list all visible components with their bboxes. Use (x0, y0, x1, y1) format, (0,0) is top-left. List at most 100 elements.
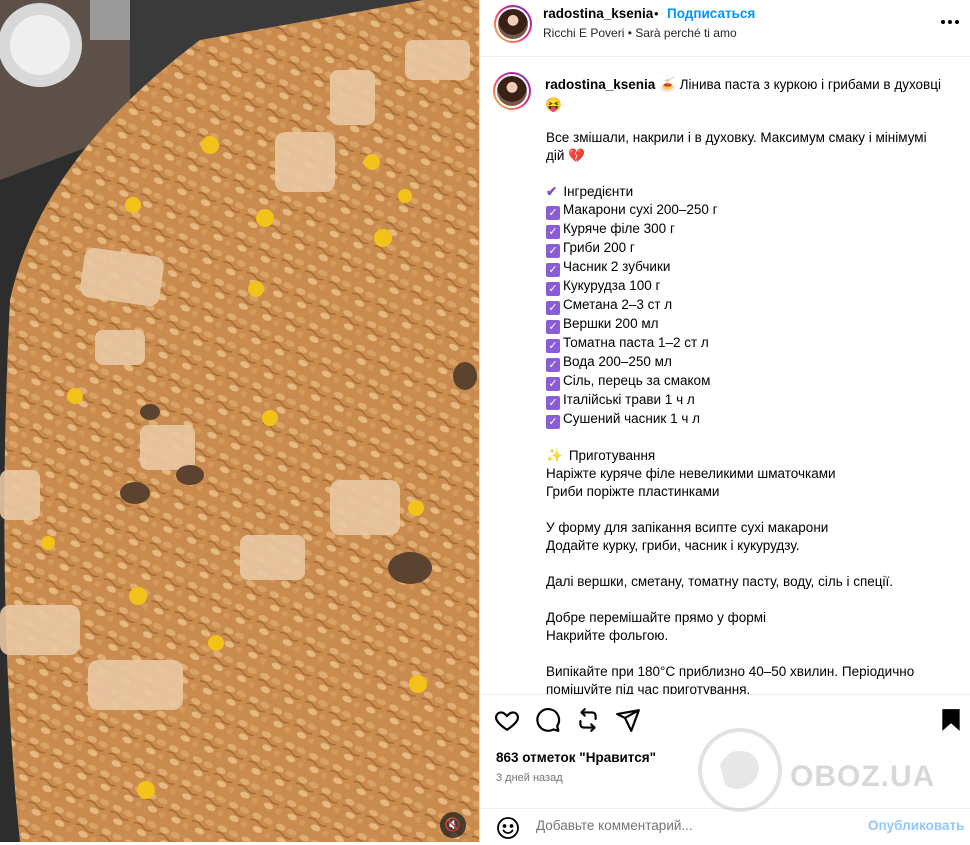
caption-line-text: Кукурудза 100 г (563, 278, 661, 293)
caption-line-text: Сушений часник 1 ч л (563, 411, 700, 426)
caption-line-text: Добре перемішайте прямо у формі (546, 610, 767, 625)
publish-button[interactable]: Опубликовать (868, 818, 964, 833)
caption-username[interactable]: radostina_ksenia (545, 77, 655, 92)
caption-avatar[interactable] (493, 72, 531, 110)
caption-line: ✓ Сметана 2–3 ст л (546, 296, 951, 315)
caption-line: Випікайте при 180°C приблизно 40–50 хвил… (546, 663, 951, 681)
caption-line-text: Випікайте при 180°C приблизно 40–50 хвил… (546, 664, 915, 679)
caption-line-text: Гриби 200 г (563, 240, 635, 255)
caption-line (546, 645, 951, 663)
caption-body: Все змішали, накрили і в духовку. Максим… (546, 129, 951, 694)
caption-line-text: помішуйте під час приготування. (546, 682, 751, 694)
music-artist[interactable]: Ricchi E Poveri (543, 26, 624, 40)
caption-line: ✨ Приготування (546, 447, 951, 465)
caption-line: Все змішали, накрили і в духовку. Максим… (546, 129, 951, 147)
sparkles-icon: ✨ (546, 448, 563, 463)
post-media[interactable]: 🔇 (0, 0, 479, 842)
caption-line-text: Томатна паста 1–2 ст л (563, 335, 709, 350)
checkbox-icon: ✓ (546, 263, 560, 277)
checkbox-icon: ✓ (546, 225, 560, 239)
action-bar: 863 отметок "Нравится" 3 дней назад Опуб… (480, 694, 970, 842)
caption-line-text: Сметана 2–3 ст л (563, 297, 673, 312)
music-info[interactable]: Ricchi E Poveri • Sarà perché ti amo (543, 26, 737, 40)
bookmark-icon[interactable] (940, 707, 968, 735)
checkbox-icon: ✓ (546, 282, 560, 296)
caption-line: ✓ Куряче філе 300 г (546, 220, 951, 239)
caption-line: ✓ Кукурудза 100 г (546, 277, 951, 296)
caption-line: Гриби поріжте пластинками (546, 483, 951, 501)
post-details-panel: radostina_ksenia • Подписаться Ricchi E … (479, 0, 970, 842)
comment-bar: Опубликовать (480, 808, 970, 843)
caption-line: ✓ Вершки 200 мл (546, 315, 951, 334)
checkbox-icon: ✓ (546, 358, 560, 372)
caption-line: дій 💔 (546, 147, 951, 165)
caption-line-text: Наріжте куряче філе невеликими шматочкам… (546, 466, 836, 481)
caption-line-text: Гриби поріжте пластинками (546, 484, 720, 499)
caption-line-text: У форму для запікання всипте сухі макаро… (546, 520, 829, 535)
caption-line (546, 165, 951, 183)
caption-line: ✓ Гриби 200 г (546, 239, 951, 258)
caption-line: Далі вершки, сметану, томатну пасту, вод… (546, 573, 951, 591)
pasta-video-frame (0, 0, 479, 842)
author-avatar[interactable] (494, 5, 532, 43)
caption-line-text: Інгредієнти (563, 184, 634, 199)
caption-line-text: Вершки 200 мл (563, 316, 659, 331)
post-time[interactable]: 3 дней назад (496, 772, 563, 784)
emoji-icon[interactable] (496, 816, 520, 845)
caption-line: ✓ Вода 200–250 мл (546, 353, 951, 372)
caption-line-text: Вода 200–250 мл (563, 354, 672, 369)
music-track[interactable]: Sarà perché ti amo (635, 26, 736, 40)
author-username[interactable]: radostina_ksenia (543, 6, 653, 21)
heart-icon[interactable] (494, 707, 522, 735)
caption-line: Добре перемішайте прямо у формі (546, 609, 951, 627)
caption-line: ✓ Часник 2 зубчики (546, 258, 951, 277)
caption-line (546, 591, 951, 609)
caption-line-text: Приготування (568, 448, 656, 463)
caption-line-text: Сіль, перець за смаком (563, 373, 711, 388)
caption-line: ✓ Томатна паста 1–2 ст л (546, 334, 951, 353)
checkbox-icon: ✓ (546, 415, 560, 429)
checkbox-icon: ✓ (546, 339, 560, 353)
more-horizontal-icon[interactable] (940, 12, 960, 37)
post-header: radostina_ksenia • Подписаться Ricchi E … (480, 0, 970, 57)
likes-count[interactable]: 863 отметок "Нравится" (496, 750, 656, 765)
caption-header: radostina_ksenia 🍝 Лінива паста з куркою… (545, 75, 945, 115)
caption-line: ✓ Сушений часник 1 ч л (546, 410, 951, 429)
share-icon[interactable] (615, 707, 643, 735)
caption-line: ✓ Макарони сухі 200–250 г (546, 201, 951, 220)
caption-line (546, 429, 951, 447)
comment-icon[interactable] (535, 707, 563, 735)
caption-line: ✓ Сіль, перець за смаком (546, 372, 951, 391)
follow-button[interactable]: Подписаться (667, 6, 755, 21)
caption-line (546, 501, 951, 519)
separator-dot: • (654, 6, 659, 21)
caption-line: У форму для запікання всипте сухі макаро… (546, 519, 951, 537)
checkbox-icon: ✓ (546, 301, 560, 315)
caption-line-text: Часник 2 зубчики (563, 259, 671, 274)
speaker-muted-icon: 🔇 (444, 817, 462, 832)
caption-line: Накрийте фольгою. (546, 627, 951, 645)
caption-line-text: Макарони сухі 200–250 г (563, 202, 718, 217)
caption-line-text: Куряче філе 300 г (563, 221, 675, 236)
caption-line: Наріжте куряче філе невеликими шматочкам… (546, 465, 951, 483)
caption-line: Додайте курку, гриби, часник і кукурудзу… (546, 537, 951, 555)
checkbox-icon: ✓ (546, 320, 560, 334)
caption-line: ✔ Інгредієнти (546, 183, 951, 201)
comment-input[interactable] (536, 818, 796, 833)
caption-line-text: Все змішали, накрили і в духовку. Максим… (546, 130, 927, 145)
caption-line: ✓ Італійські трави 1 ч л (546, 391, 951, 410)
checkbox-icon: ✓ (546, 206, 560, 220)
music-separator: • (627, 26, 632, 40)
checkbox-icon: ✓ (546, 244, 560, 258)
checkbox-icon: ✓ (546, 396, 560, 410)
caption-area: radostina_ksenia 🍝 Лінива паста з куркою… (480, 57, 970, 694)
caption-line-text: Накрийте фольгою. (546, 628, 669, 643)
mute-button[interactable]: 🔇 (440, 812, 466, 838)
repost-icon[interactable] (575, 707, 603, 735)
caption-line (546, 555, 951, 573)
caption-line: помішуйте під час приготування. (546, 681, 951, 694)
caption-line-text: Італійські трави 1 ч л (563, 392, 695, 407)
checkmark-icon: ✔ (546, 184, 558, 199)
caption-line-text: Додайте курку, гриби, часник і кукурудзу… (546, 538, 800, 553)
checkbox-icon: ✓ (546, 377, 560, 391)
